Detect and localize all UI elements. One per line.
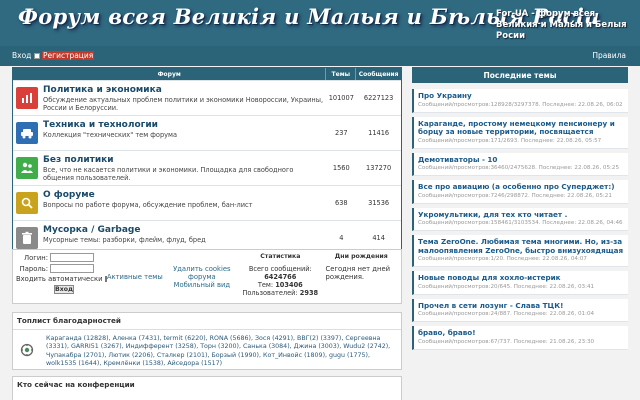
toplist-title: Топлист благодарностей [13, 313, 401, 330]
login-stats-panel: Логин: Пароль: Входить автоматически Вхо… [12, 249, 402, 304]
latest-topic-title[interactable]: Тема ZeroOne. Любимая тема многими. Но, … [418, 237, 624, 255]
stats-block: Статистика Всего сообщений: 6424766 Тем:… [239, 250, 321, 303]
forum-row-tech: Техника и технологии Коллекция "техничес… [13, 115, 401, 150]
latest-topic-meta: Сообщений/просмотров:7246/298872. Послед… [418, 192, 612, 199]
trash-icon [16, 227, 38, 249]
forum-title[interactable]: Мусорка / Garbage [43, 225, 324, 235]
latest-topic-title[interactable]: Все про авиацию (а особенно про Супердже… [418, 182, 624, 192]
latest-topic-meta: Сообщений/просмотров:24/887. Последнее: … [418, 311, 595, 317]
topics-label: Тем: [257, 281, 274, 289]
online-users-panel: Кто сейчас на конференции [12, 376, 402, 400]
latest-topic-item: Демотиваторы - 10 Сообщений/просмотров:3… [412, 152, 628, 176]
register-label: Регистрация [42, 51, 95, 60]
forum-description: Коллекция "технических" тем форума [43, 131, 178, 139]
forum-title[interactable]: Без политики [43, 155, 324, 165]
latest-topic-item: Укромультики, для тех кто читает . Сообщ… [412, 207, 628, 231]
latest-topic-item: Тема ZeroOne. Любимая тема многими. Но, … [412, 235, 628, 267]
forum-row-politics: Политика и экономика Обсуждение актуальн… [13, 80, 401, 115]
topics-value: 103406 [275, 281, 303, 289]
online-title: Кто сейчас на конференции [17, 380, 135, 389]
users-label: Пользователей: [242, 289, 298, 297]
latest-topic-title[interactable]: Новые поводы для хохло-истерик [418, 273, 624, 283]
forum-title[interactable]: Техника и технологии [43, 120, 324, 130]
forum-topics-count: 1560 [332, 164, 350, 172]
forum-messages-count: 11416 [368, 129, 390, 137]
forum-messages-count: 137270 [366, 164, 392, 172]
site-tagline: For-UA - форум всея Великия и Малыя и Бе… [496, 9, 627, 41]
forum-description: Обсуждение актуальных проблем политики и… [43, 96, 324, 112]
messages-label: Всего сообщений: [248, 265, 312, 273]
latest-topic-title[interactable]: браво, браво! [418, 328, 624, 338]
delete-cookies-link[interactable]: Удалить cookies форума [165, 265, 239, 281]
latest-topic-meta: Сообщений/просмотров:158461/3103534. Пос… [418, 220, 623, 226]
forum-row-nopolitics: Без политики Все, что не касается полити… [13, 150, 401, 185]
forum-title[interactable]: О форуме [43, 190, 324, 200]
register-icon [34, 52, 40, 59]
latest-topics-title: Последние темы [412, 67, 628, 83]
forum-list-header: Форум Темы Сообщения [13, 68, 401, 80]
chart-icon [16, 87, 38, 109]
register-link[interactable]: Регистрация [34, 51, 95, 60]
toplist-users[interactable]: Караганда (12828), Аленка (7431), termit… [46, 335, 398, 369]
rules-link[interactable]: Правила [592, 51, 626, 60]
forum-title[interactable]: Политика и экономика [43, 85, 324, 95]
forum-description: Мусорные темы: разборки, флейм, флуд, бр… [43, 236, 206, 244]
birthdays-text: Сегодня нет дней рождения. [325, 265, 391, 281]
login-link[interactable]: Вход [12, 51, 31, 60]
forum-row-about: О форуме Вопросы по работе форума, обсуж… [13, 185, 401, 220]
latest-topic-title[interactable]: Караганде, простому немецкому пенсионеру… [418, 119, 624, 137]
car-icon [16, 122, 38, 144]
forum-description: Все, что не касается политики и экономик… [43, 166, 294, 182]
active-topics-link[interactable]: Активные темы [105, 250, 165, 303]
latest-topic-meta: Сообщений/просмотров:1/20. Последнее: 22… [418, 256, 587, 262]
forum-topics-count: 638 [335, 199, 348, 207]
latest-topic-item: Про Украину Сообщений/просмотров:128928/… [412, 89, 628, 113]
forum-messages-count: 31536 [368, 199, 390, 207]
latest-topic-meta: Сообщений/просмотров:128928/3297378. Пос… [418, 101, 623, 108]
header-forum: Форум [13, 68, 327, 80]
auto-login-label: Входить автоматически [16, 275, 103, 283]
nav-bar: Вход Регистрация Правила [0, 46, 640, 66]
gear-icon [20, 343, 34, 357]
forum-description: Вопросы по работе форума, обсуждение про… [43, 201, 253, 209]
login-form: Логин: Пароль: Входить автоматически Вхо… [13, 250, 107, 303]
latest-topic-meta: Сообщений/просмотров:36460/2475628. Посл… [418, 165, 620, 171]
birthdays-title: Дни рождения [334, 253, 388, 260]
mobile-view-link[interactable]: Мобильный вид [165, 281, 239, 289]
login-input[interactable] [50, 253, 94, 262]
password-label: Пароль: [19, 264, 48, 273]
latest-topics-panel: Последние темы Про Украину Сообщений/про… [412, 67, 628, 354]
forum-list: Форум Темы Сообщения Политика и экономик… [12, 67, 402, 256]
password-input[interactable] [50, 264, 94, 273]
search-icon [16, 192, 38, 214]
latest-topic-meta: Сообщений/просмотров:20/645. Последнее: … [418, 283, 595, 290]
users-icon [16, 157, 38, 179]
latest-topic-item: Караганде, простому немецкому пенсионеру… [412, 116, 628, 149]
login-label: Логин: [24, 253, 48, 262]
latest-topic-title[interactable]: Демотиваторы - 10 [418, 155, 624, 165]
users-value: 2938 [299, 289, 319, 297]
forum-topics-count: 101007 [328, 94, 354, 102]
latest-topic-item: Прочел в сети лозунг - Слава ТЦК! Сообще… [412, 298, 628, 322]
forum-messages-count: 6227123 [363, 94, 394, 102]
latest-topic-item: Все про авиацию (а особенно про Супердже… [412, 180, 628, 204]
latest-topic-meta: Сообщений/просмотров:171/2693. Последнее… [418, 137, 602, 144]
messages-value: 6424766 [264, 273, 297, 281]
header-messages: Сообщения [358, 70, 399, 78]
login-submit-button[interactable]: Вход [54, 285, 74, 294]
thanks-toplist: Топлист благодарностей Караганда (12828)… [12, 312, 402, 370]
birthdays-block: Дни рождения Сегодня нет дней рождения. [322, 250, 402, 303]
forum-topics-count: 237 [335, 129, 348, 137]
latest-topic-item: Новые поводы для хохло-истерик Сообщений… [412, 271, 628, 295]
latest-topic-item: браво, браво! Сообщений/просмотров:67/73… [412, 326, 628, 350]
site-header: Форум всея Великія и Малыя и Бѣлыя Росіи… [0, 0, 640, 46]
latest-topic-title[interactable]: Прочел в сети лозунг - Слава ТЦК! [418, 301, 624, 311]
latest-topic-title[interactable]: Про Украину [418, 91, 624, 101]
stats-title: Статистика [260, 253, 301, 260]
latest-topic-meta: Сообщений/просмотров:67/737. Последнее: … [418, 338, 595, 345]
latest-topic-title[interactable]: Укромультики, для тех кто читает . [418, 210, 624, 220]
header-topics: Темы [326, 68, 357, 80]
misc-links: Удалить cookies форума Мобильный вид [165, 250, 239, 303]
